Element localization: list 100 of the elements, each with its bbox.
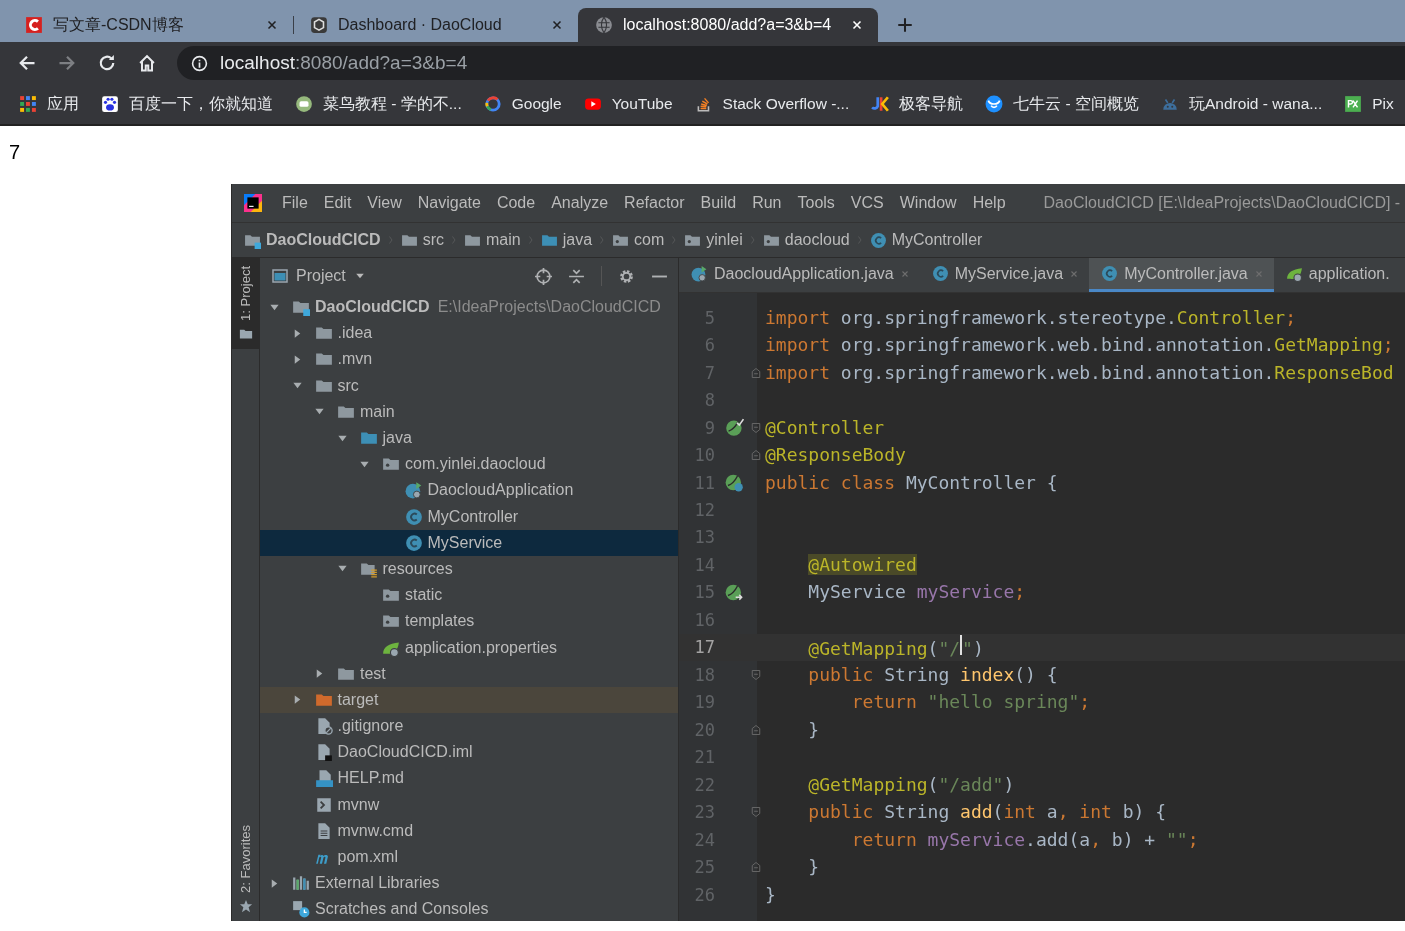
tree-row[interactable]: .mvn [260,346,678,373]
breadcrumb[interactable]: MyController [891,231,983,249]
bookmark-link[interactable]: Google [511,95,562,113]
tree-row[interactable]: .gitignore [260,713,678,740]
bean-icon[interactable] [724,418,744,438]
fold-marker-icon[interactable] [750,806,762,819]
collapse-all-icon[interactable] [568,267,585,285]
breadcrumb[interactable]: daocloud [784,231,850,249]
tree-row[interactable]: mvnw.cmd [260,817,678,844]
editor-tab[interactable]: application. [1273,258,1400,292]
menu-item[interactable]: Help [972,194,1006,212]
bookmark-link[interactable]: 玩Android - wana... [1189,93,1323,115]
menu-item[interactable]: VCS [850,194,884,212]
breadcrumb[interactable]: java [562,231,593,249]
play-icon[interactable] [583,95,602,113]
panel-title[interactable]: Project [296,267,346,285]
tool-window-button[interactable]: 2: Favorites [232,817,259,921]
editor-tab[interactable]: DaocloudApplication.java [679,258,920,292]
tree-arrow-icon[interactable] [314,668,325,680]
tree-row[interactable]: templates [260,608,678,635]
stroke-logo-icon[interactable] [871,95,890,113]
crosshair-icon[interactable] [535,267,552,285]
tab-title[interactable]: 写文章-CSDN博客 [53,14,255,36]
editor-tab[interactable]: MyService.java [919,258,1090,292]
bookmark-link[interactable]: Pix [1372,95,1394,113]
tree-row[interactable]: application.properties [260,634,678,661]
menu-item[interactable]: Build [700,194,737,212]
tree-row[interactable]: com.yinlei.daocloud [260,451,678,478]
paw-icon[interactable] [101,95,119,113]
tree-row[interactable]: src [260,372,678,399]
tree-row[interactable]: DaoCloudCICD.iml [260,739,678,766]
bean-icon[interactable] [724,473,744,493]
horns-icon[interactable] [985,95,1004,113]
tree-row[interactable]: DaocloudApplication [260,477,678,504]
chat-icon[interactable] [295,95,313,113]
menu-item[interactable]: Edit [323,194,352,212]
menu-item[interactable]: Code [496,194,536,212]
tab-title[interactable]: localhost:8080/add?a=3&b=4 [623,16,840,34]
tree-row[interactable]: DaoCloudCICD E:\IdeaProjects\DaoCloudCICD [260,294,678,321]
info-icon[interactable] [191,54,208,72]
tree-row[interactable]: MyController [260,503,678,530]
fold-marker-icon[interactable] [750,366,762,379]
breadcrumb[interactable]: com [634,231,665,249]
menu-item[interactable]: Refactor [624,194,685,212]
menu-item[interactable]: File [282,194,308,212]
grid-icon[interactable] [19,95,37,113]
bookmark-link[interactable]: 菜鸟教程 - 学的不... [323,93,462,115]
tree-row[interactable]: static [260,582,678,609]
fold-marker-icon[interactable] [750,668,762,681]
close-icon[interactable] [265,18,279,32]
close-icon[interactable] [550,18,564,32]
menu-item[interactable]: Tools [797,194,835,212]
tree-row[interactable]: .idea [260,320,678,347]
menu-item[interactable]: Navigate [417,194,481,212]
breadcrumb[interactable]: main [486,231,521,249]
reload-icon[interactable] [97,53,117,73]
menu-item[interactable]: Window [899,194,957,212]
browser-tab[interactable]: localhost:8080/add?a=3&b=4 [578,8,878,42]
tree-row[interactable]: main [260,398,678,425]
menu-item[interactable]: Analyze [551,194,609,212]
browser-tab[interactable]: Dashboard · DaoCloud [293,8,578,42]
back-arrow-icon[interactable] [17,53,37,73]
tree-row[interactable]: External Libraries [260,870,678,897]
tree-row[interactable]: Scratches and Consoles [260,896,678,921]
tree-row[interactable]: mvnw [260,791,678,818]
tree-row[interactable]: test [260,660,678,687]
tree-arrow-icon[interactable] [269,877,280,889]
browser-tab[interactable]: 写文章-CSDN博客 [8,8,293,42]
tree-row[interactable]: MyService [260,529,678,556]
cross-logo-icon[interactable] [1344,95,1363,113]
tree-row[interactable]: resources [260,555,678,583]
plus-icon[interactable] [896,16,914,34]
bookmark-link[interactable]: 应用 [47,93,79,115]
breadcrumb[interactable]: yinlei [706,231,743,249]
fold-marker-icon[interactable] [750,723,762,736]
menu-item[interactable]: View [367,194,402,212]
fold-marker-icon[interactable] [750,421,762,434]
settings-icon[interactable] [618,267,635,285]
close-icon[interactable] [850,18,864,32]
editor-tab[interactable]: MyController.java [1089,258,1274,292]
breadcrumb[interactable]: src [422,231,444,249]
tree-row[interactable]: java [260,424,678,452]
tree-row[interactable]: target [260,686,678,713]
fold-marker-icon[interactable] [750,861,762,874]
fold-marker-icon[interactable] [750,449,762,462]
bookmark-link[interactable]: 七牛云 - 空间概览 [1013,93,1139,115]
tab-title[interactable]: Dashboard · DaoCloud [338,16,540,34]
bookmark-link[interactable]: 极客导航 [899,93,964,115]
tree-row[interactable]: pom.xml [260,843,678,871]
bookmark-link[interactable]: YouTube [611,95,673,113]
bookmark-link[interactable]: Stack Overflow -... [722,95,850,113]
bean-icon[interactable] [724,582,744,602]
tool-window-button[interactable]: 1: Project [232,258,259,349]
bookmark-link[interactable]: 百度一下，你就知道 [129,93,273,115]
address-field[interactable]: localhost:8080/add?a=3&b=4 [177,46,1405,80]
breadcrumb[interactable]: DaoCloudCICD [266,231,381,249]
tree-row[interactable]: HELP.md [260,765,678,792]
menu-item[interactable]: Run [752,194,782,212]
home-icon[interactable] [137,53,157,73]
ring-icon[interactable] [483,95,502,113]
